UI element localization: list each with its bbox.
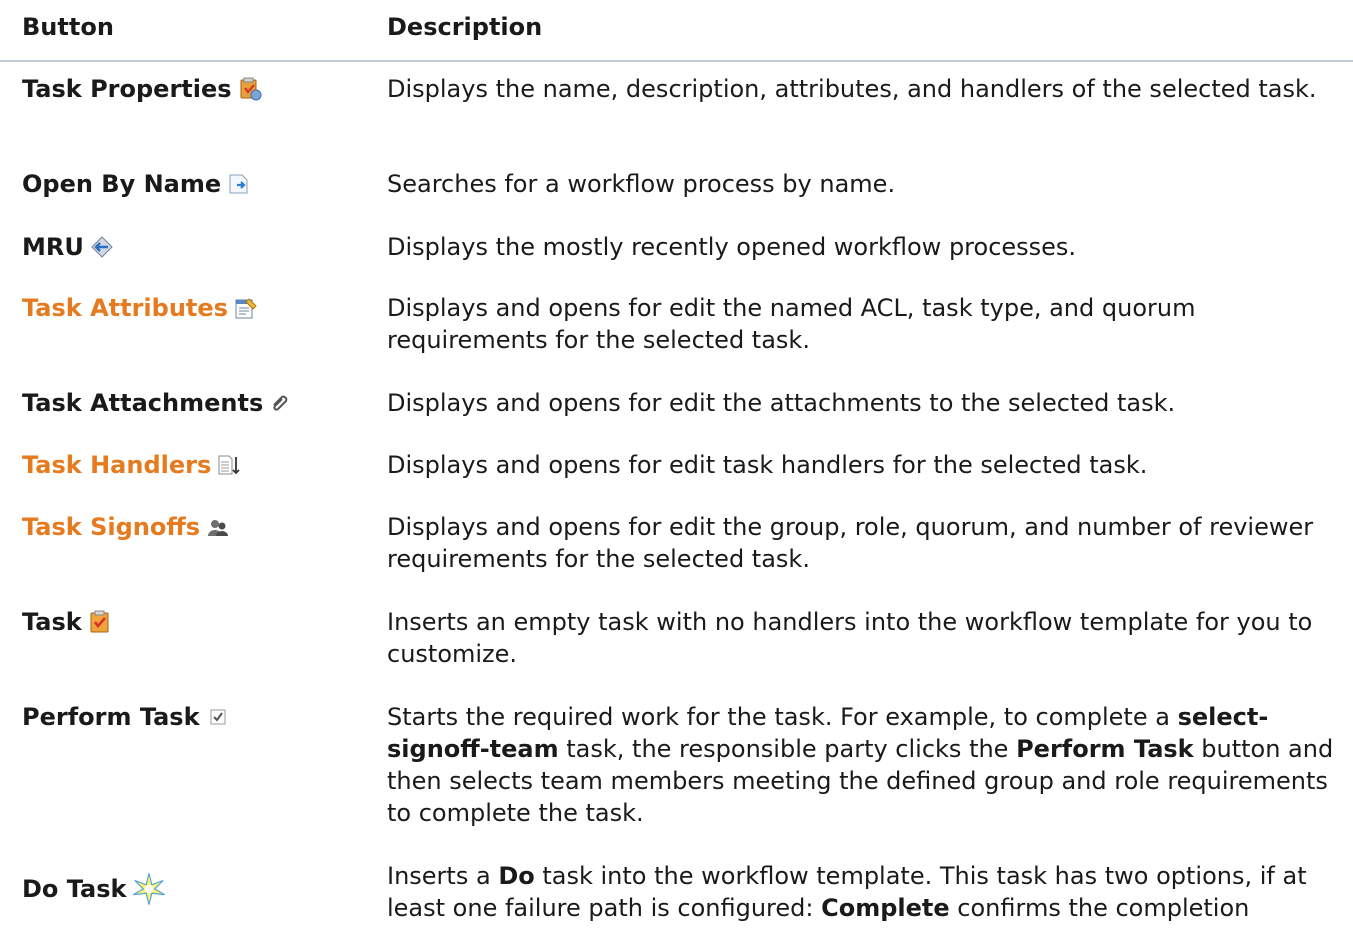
button-cell: MRU: [22, 231, 382, 263]
description-cell: Starts the required work for the task. F…: [387, 703, 1334, 827]
button-cell: Do Task: [22, 872, 382, 906]
button-name: Task Attachments: [22, 389, 264, 417]
table-row: Perform Task Starts the required work fo…: [0, 701, 1353, 833]
table-row: Open By Name Searches for a workflow pro…: [0, 168, 1353, 202]
description-cell: Searches for a workflow process by name.: [387, 170, 896, 198]
table-row: Task Attributes Displays and opens for e…: [0, 292, 1353, 360]
button-cell: Task Handlers: [22, 449, 382, 481]
button-cell: Task: [22, 606, 382, 638]
table-row: Task Handlers Displays and opens for edi…: [0, 449, 1353, 483]
description-cell: Displays and opens for edit the group, r…: [387, 513, 1314, 573]
mru-icon: [90, 235, 114, 259]
button-column-header: Button: [22, 13, 114, 41]
button-cell: Task Signoffs: [22, 511, 382, 543]
do-term: Do: [498, 862, 535, 890]
button-cell: Task Properties: [22, 73, 382, 105]
description-cell: Displays and opens for edit task handler…: [387, 451, 1148, 479]
description-cell: Displays and opens for edit the named AC…: [387, 294, 1196, 354]
task-handlers-link[interactable]: Task Handlers: [22, 451, 211, 479]
table-row: Task Inserts an empty task with no handl…: [0, 606, 1353, 674]
do-task-icon: [132, 872, 166, 906]
perform-task-term: Perform Task: [1016, 735, 1194, 763]
button-name: Task: [22, 608, 82, 636]
task-signoffs-icon: [206, 515, 230, 539]
complete-term: Complete: [821, 894, 950, 922]
task-attributes-link[interactable]: Task Attributes: [22, 294, 228, 322]
open-by-name-icon: [227, 172, 251, 196]
description-cell: Displays the name, description, attribut…: [387, 75, 1317, 103]
task-handlers-icon: [217, 453, 241, 477]
task-properties-icon: [238, 77, 262, 101]
table-row: Task Properties Displays the name, descr…: [0, 73, 1353, 141]
button-name: Task Properties: [22, 75, 232, 103]
button-cell: Task Attachments: [22, 387, 382, 419]
button-name: MRU: [22, 233, 84, 261]
button-name: Perform Task: [22, 703, 200, 731]
task-signoffs-link[interactable]: Task Signoffs: [22, 513, 200, 541]
task-attachments-icon: [269, 391, 293, 415]
button-cell: Task Attributes: [22, 292, 382, 324]
button-name: Do Task: [22, 875, 127, 903]
table-row: Task Signoffs Displays and opens for edi…: [0, 511, 1353, 579]
table-row: Do Task Inserts a Do task into the workf…: [0, 860, 1353, 928]
task-icon: [88, 610, 112, 634]
description-cell: Displays the mostly recently opened work…: [387, 233, 1077, 261]
task-attributes-icon: [234, 296, 258, 320]
table-row: Task Attachments Displays and opens for …: [0, 387, 1353, 421]
button-name: Open By Name: [22, 170, 222, 198]
description-cell: Inserts a Do task into the workflow temp…: [387, 862, 1307, 922]
button-description-table: Button Description Task Properties Displ…: [0, 0, 1353, 928]
description-cell: Inserts an empty task with no handlers i…: [387, 608, 1313, 668]
table-header: Button Description: [0, 0, 1353, 62]
description-cell: Displays and opens for edit the attachme…: [387, 389, 1176, 417]
button-cell: Perform Task: [22, 701, 382, 733]
description-column-header: Description: [387, 13, 543, 41]
button-cell: Open By Name: [22, 168, 382, 200]
perform-task-icon: [206, 705, 230, 729]
table-row: MRU Displays the mostly recently opened …: [0, 231, 1353, 265]
